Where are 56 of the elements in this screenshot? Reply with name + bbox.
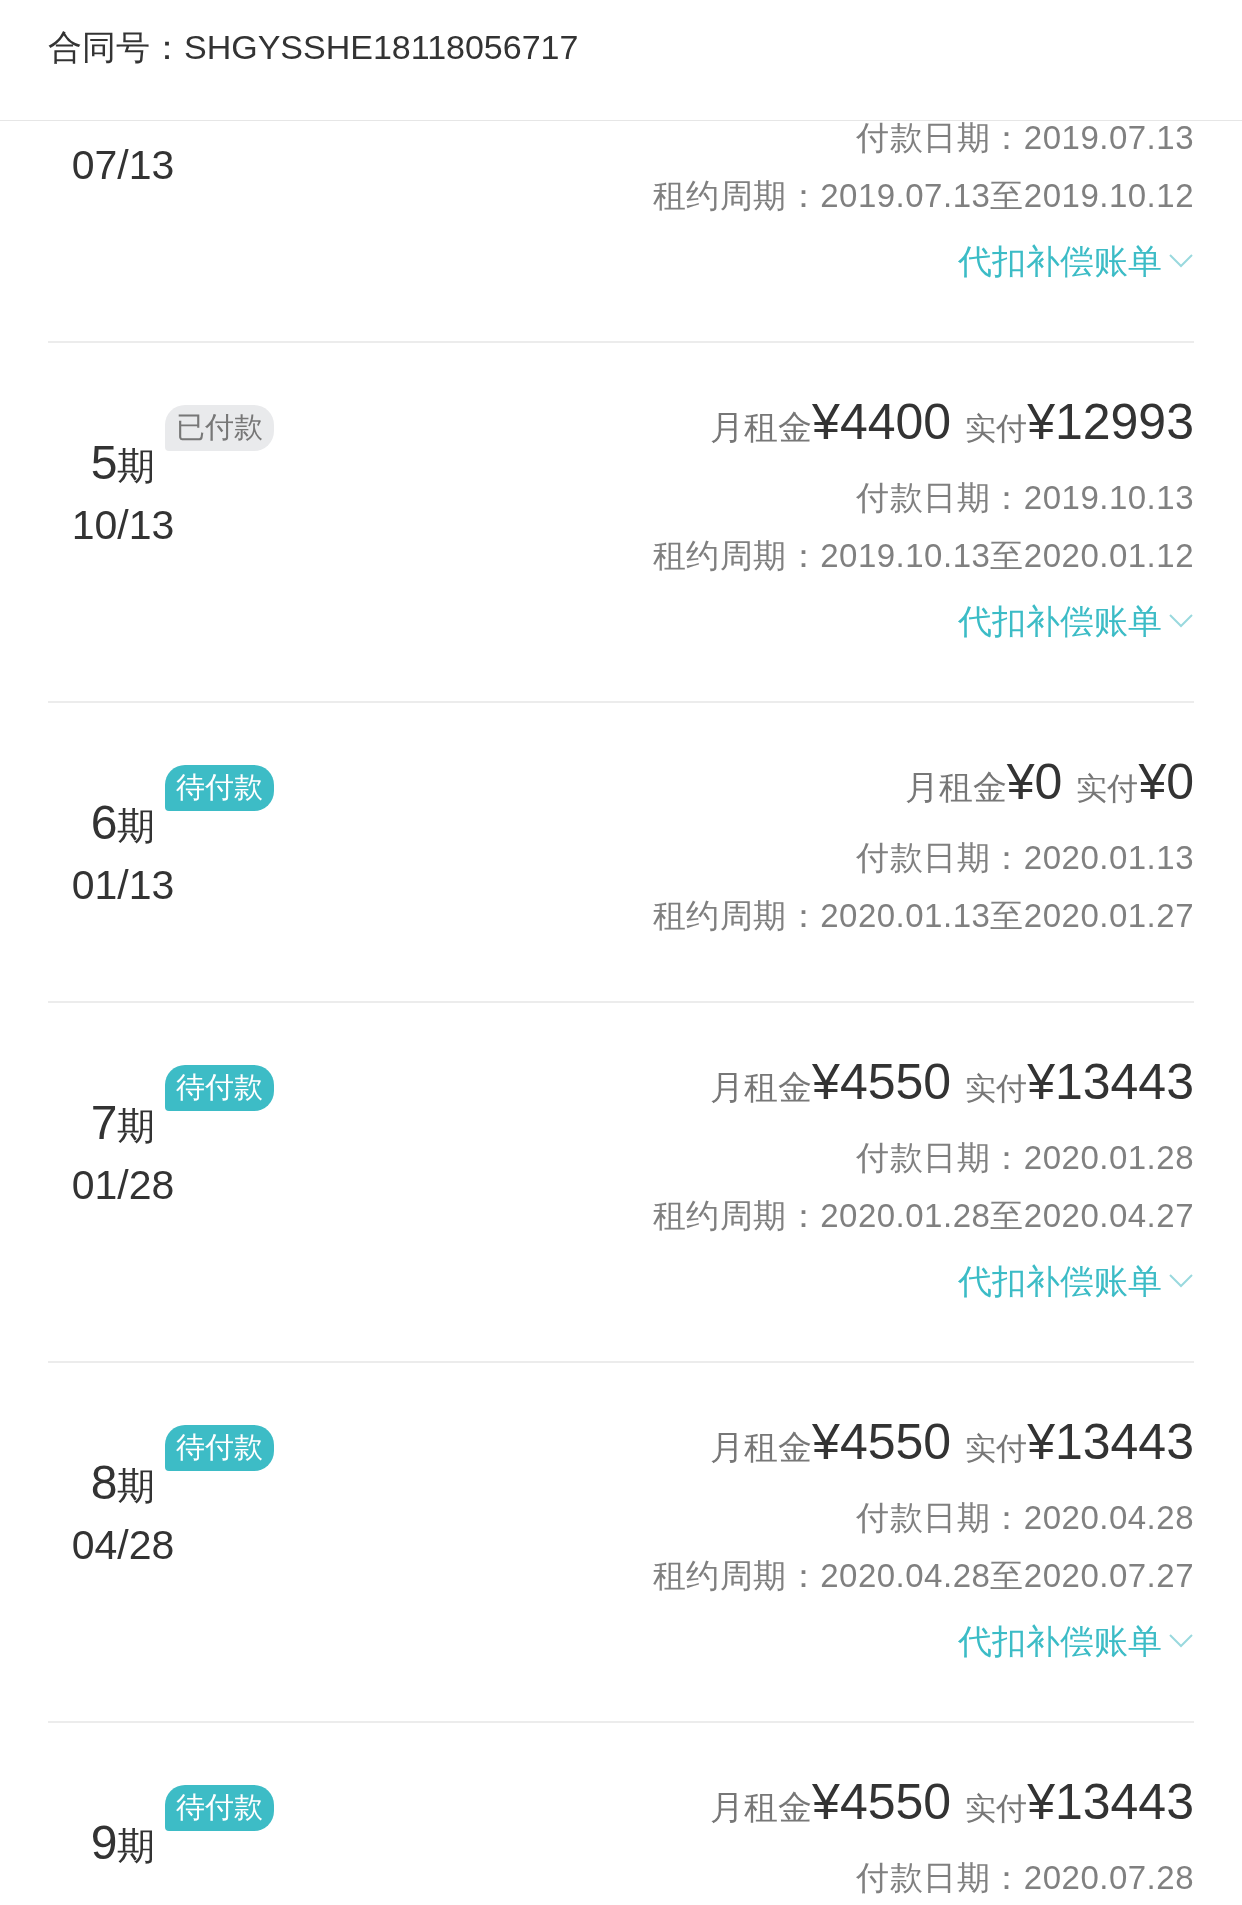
- rent-amount: ¥4550: [812, 1773, 952, 1831]
- lease-period: 租约周期：2019.07.13至2019.10.12: [652, 176, 1194, 216]
- compensation-bill-link[interactable]: 代扣补偿账单: [958, 1245, 1194, 1317]
- rent-label: 月租金: [904, 767, 1007, 808]
- period-number: 7: [90, 1095, 118, 1150]
- status-badge: 已付款: [165, 405, 275, 451]
- paid-label: 实付: [965, 1071, 1028, 1108]
- paid-label: 实付: [1076, 771, 1139, 808]
- period-unit: 期: [117, 1464, 156, 1509]
- period-number: 8: [90, 1455, 118, 1510]
- period-unit: 期: [117, 1824, 156, 1869]
- period-unit: 期: [117, 1104, 156, 1149]
- rent-amount: ¥4550: [812, 1413, 952, 1471]
- paid-label: 实付: [965, 1431, 1028, 1468]
- payment-date: 付款日期：2020.01.28: [856, 1138, 1194, 1178]
- due-date: 01/28: [71, 1161, 175, 1210]
- due-date: 07/13: [71, 141, 175, 190]
- due-date: 01/13: [71, 861, 175, 910]
- contract-number: 合同号：SHGYSSHE18118056717: [48, 27, 579, 68]
- period-unit: 期: [117, 804, 156, 849]
- payment-date: 付款日期：2020.07.28: [856, 1858, 1194, 1898]
- rent-amount: ¥4550: [812, 1053, 952, 1111]
- paid-amount: ¥0: [1138, 753, 1194, 811]
- payment-date: 付款日期：2019.07.13: [856, 118, 1194, 158]
- payment-date: 付款日期：2020.01.13: [856, 838, 1194, 878]
- due-date: 04/28: [71, 1521, 175, 1570]
- rent-label: 月租金: [710, 1428, 813, 1468]
- compensation-bill-link[interactable]: 代扣补偿账单: [958, 225, 1194, 297]
- lease-period: 租约周期：2020.01.28至2020.04.27: [652, 1196, 1194, 1236]
- paid-amount: ¥13443: [1027, 1773, 1194, 1831]
- paid-label: 实付: [965, 1791, 1028, 1828]
- paid-amount: ¥12993: [1027, 393, 1194, 451]
- compensation-bill-link[interactable]: 代扣补偿账单: [958, 585, 1194, 657]
- status-badge: 待付款: [165, 1065, 275, 1111]
- paid-amount: ¥13443: [1027, 1413, 1194, 1471]
- rent-label: 月租金: [710, 1068, 813, 1108]
- rent-label: 月租金: [710, 1788, 813, 1828]
- lease-period: 租约周期：2020.01.13至2020.01.27: [652, 896, 1194, 936]
- period-number: 6: [90, 795, 118, 850]
- status-badge: 待付款: [165, 765, 275, 811]
- paid-amount: ¥13443: [1027, 1053, 1194, 1111]
- due-date: 10/13: [71, 501, 175, 550]
- payment-date: 付款日期：2019.10.13: [856, 478, 1194, 518]
- status-badge: 待付款: [165, 1425, 275, 1471]
- payment-date: 付款日期：2020.04.28: [856, 1498, 1194, 1538]
- lease-period: 租约周期：2020.04.28至2020.07.27: [652, 1556, 1194, 1596]
- rent-amount: ¥4400: [812, 393, 952, 451]
- period-number: 5: [90, 435, 118, 490]
- lease-period: 租约周期：2019.10.13至2020.01.12: [652, 536, 1194, 576]
- status-badge: 待付款: [165, 1785, 275, 1831]
- compensation-bill-link[interactable]: 代扣补偿账单: [958, 1605, 1194, 1677]
- period-unit: 期: [117, 444, 156, 489]
- paid-label: 实付: [965, 411, 1028, 448]
- rent-label: 月租金: [710, 408, 813, 448]
- rent-amount: ¥0: [1006, 753, 1063, 811]
- period-number: 9: [90, 1815, 118, 1870]
